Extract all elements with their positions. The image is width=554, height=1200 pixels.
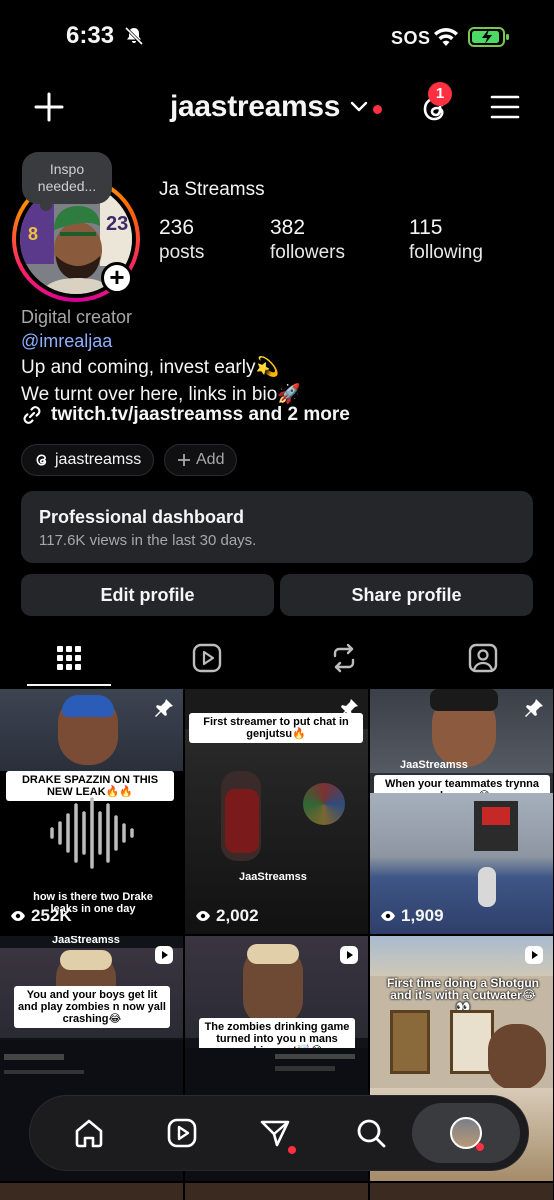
reel-icon xyxy=(525,946,543,964)
tagged-tab-icon[interactable] xyxy=(465,640,501,676)
profile-activity-dot xyxy=(476,1143,484,1151)
hamburger-menu-icon[interactable] xyxy=(490,94,520,120)
reel-icon xyxy=(155,946,173,964)
views-eye-icon xyxy=(11,911,25,921)
bio-mention-link[interactable]: @imrealjaa xyxy=(21,331,541,352)
views-value: 2,002 xyxy=(216,906,259,925)
notification-badge: 1 xyxy=(428,82,452,106)
edit-profile-button[interactable]: Edit profile xyxy=(21,574,274,616)
profile-tab-button[interactable] xyxy=(412,1103,520,1163)
status-bar: 6:33 SOS xyxy=(0,0,554,70)
audio-waveform-icon xyxy=(50,797,134,869)
share-profile-button[interactable]: Share profile xyxy=(280,574,533,616)
threads-icon xyxy=(36,454,47,466)
profile-content-tabs xyxy=(0,636,554,688)
stat-value: 382 xyxy=(270,216,306,239)
post-view-count: 252K xyxy=(10,906,72,926)
battery-charging-icon xyxy=(468,27,509,47)
grid-post[interactable]: JaaStreamss When your teammates trynna p… xyxy=(370,689,553,934)
plus-icon xyxy=(178,454,190,466)
post-caption: First streamer to put chat in genjutsu🔥 xyxy=(189,713,363,743)
stat-posts: 236 posts xyxy=(159,216,204,264)
profile-category: Digital creator xyxy=(21,307,133,327)
profile-top-nav: jaastreamss 1 xyxy=(0,78,554,138)
reposts-tab-icon[interactable] xyxy=(326,640,362,676)
post-view-count: 1,909 xyxy=(380,906,444,926)
professional-dashboard-card[interactable]: Professional dashboard 117.6K views in t… xyxy=(21,491,533,563)
bottom-tab-bar xyxy=(30,1096,528,1170)
post-caption: You and your boys get lit and play zombi… xyxy=(14,986,170,1028)
search-icon[interactable] xyxy=(354,1116,388,1150)
stat-label: posts xyxy=(159,242,205,263)
bio-link-text: twitch.tv/jaastreamss and 2 more xyxy=(51,404,350,425)
bell-muted-icon xyxy=(124,26,144,46)
wifi-icon xyxy=(434,28,458,46)
account-switch-dot xyxy=(373,105,382,114)
chevron-down-icon[interactable] xyxy=(350,100,368,114)
grid-post[interactable]: rs: 47 First streamer to put chat in gen… xyxy=(185,689,368,934)
dashboard-subtitle: 117.6K views in the last 30 days. xyxy=(39,532,257,549)
add-chip-label: Add xyxy=(196,451,225,468)
stat-following[interactable]: 115 following xyxy=(409,216,483,264)
svg-text:8: 8 xyxy=(28,224,38,244)
home-icon[interactable] xyxy=(72,1116,106,1150)
svg-text:23: 23 xyxy=(106,213,128,235)
pin-icon xyxy=(155,699,173,717)
post-view-count: 2,002 xyxy=(195,906,259,926)
reel-icon xyxy=(340,946,358,964)
post-watermark: JaaStreamss xyxy=(400,759,468,771)
bio-external-link[interactable]: twitch.tv/jaastreamss and 2 more xyxy=(21,404,350,426)
stat-value: 115 xyxy=(409,216,443,239)
grid-post[interactable] xyxy=(0,1183,183,1200)
grid-post[interactable] xyxy=(185,1183,368,1200)
post-watermark: JaaStreamss xyxy=(52,936,120,946)
views-eye-icon xyxy=(196,911,210,921)
add-chip-button[interactable]: Add xyxy=(164,444,238,476)
status-sos: SOS xyxy=(391,28,431,48)
reels-icon[interactable] xyxy=(165,1116,199,1150)
display-name: Ja Streamss xyxy=(159,179,265,200)
status-time: 6:33 xyxy=(66,22,115,49)
bio-line: We turnt over here, links in bio🚀 xyxy=(21,384,301,405)
pin-icon xyxy=(340,699,358,717)
header-username[interactable]: jaastreamss xyxy=(170,90,340,124)
link-icon xyxy=(23,406,41,424)
dashboard-title: Professional dashboard xyxy=(39,507,245,527)
views-eye-icon xyxy=(381,911,395,921)
create-plus-icon[interactable] xyxy=(32,90,66,124)
grid-posts-icon[interactable] xyxy=(51,640,87,676)
pin-icon xyxy=(525,699,543,717)
threads-profile-chip[interactable]: jaastreamss xyxy=(21,444,155,476)
reels-tab-icon[interactable] xyxy=(189,640,225,676)
grid-post[interactable] xyxy=(370,1183,553,1200)
views-value: 1,909 xyxy=(401,906,444,925)
send-direct-icon[interactable] xyxy=(258,1116,292,1150)
threads-chip-label: jaastreamss xyxy=(55,451,142,468)
stat-value: 236 xyxy=(159,216,195,239)
active-tab-indicator xyxy=(27,684,111,686)
bio-line: Up and coming, invest early💫 xyxy=(21,357,280,378)
profile-note-bubble[interactable]: Inspo needed... xyxy=(22,152,112,211)
stat-followers[interactable]: 382 followers xyxy=(270,216,345,264)
add-story-button[interactable]: + xyxy=(101,262,133,294)
stat-label: followers xyxy=(270,242,345,263)
views-value: 252K xyxy=(31,906,72,925)
grid-post[interactable]: DRAKE SPAZZIN ON THIS NEW LEAK🔥🔥 how is … xyxy=(0,689,183,934)
profile-bio: Digital creator @imrealjaa Up and coming… xyxy=(21,307,541,425)
post-watermark: JaaStreamss xyxy=(239,871,307,883)
direct-unread-dot xyxy=(288,1146,296,1154)
stat-label: following xyxy=(409,242,483,263)
